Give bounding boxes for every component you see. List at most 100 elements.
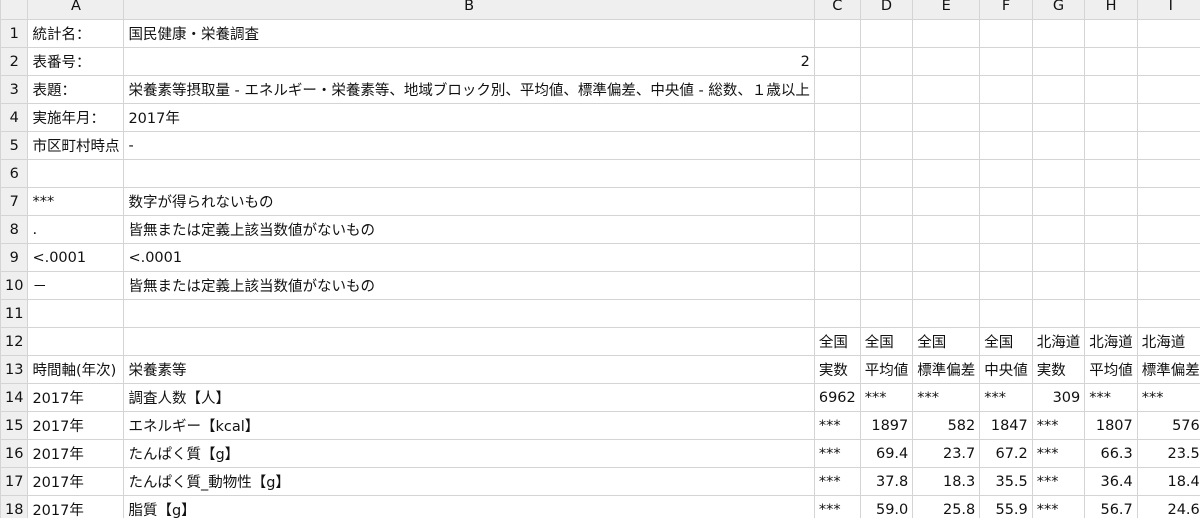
cell-c10[interactable] xyxy=(813,271,861,300)
cell-a11[interactable] xyxy=(27,299,125,328)
cell-c14[interactable]: 6962 xyxy=(813,383,861,412)
row-header[interactable]: 7 xyxy=(0,187,29,216)
cell-a4[interactable]: 実施年月： xyxy=(27,103,125,132)
cell-a13[interactable]: 時間軸(年次) xyxy=(27,355,125,384)
cell-i17[interactable]: 18.4 xyxy=(1136,467,1200,496)
cell-b17[interactable]: たんぱく質_動物性【g】 xyxy=(123,467,815,496)
cell-d15[interactable]: 1897 xyxy=(859,411,914,440)
cell-i5[interactable] xyxy=(1136,131,1200,160)
cell-f5[interactable] xyxy=(979,131,1033,160)
column-header-f[interactable]: F xyxy=(979,0,1033,20)
cell-f16[interactable]: 67.2 xyxy=(979,439,1033,468)
row-header[interactable]: 3 xyxy=(0,75,29,104)
cell-d1[interactable] xyxy=(859,19,914,48)
cell-d7[interactable] xyxy=(859,187,914,216)
cell-g11[interactable] xyxy=(1031,299,1086,328)
cell-g18[interactable]: *** xyxy=(1031,495,1086,518)
cell-a6[interactable] xyxy=(27,159,125,188)
cell-b7[interactable]: 数字が得られないもの xyxy=(123,187,815,216)
column-header-h[interactable]: H xyxy=(1084,0,1138,20)
cell-a7[interactable]: *** xyxy=(27,187,125,216)
cell-h10[interactable] xyxy=(1084,271,1138,300)
cell-g7[interactable] xyxy=(1031,187,1086,216)
cell-a3[interactable]: 表題： xyxy=(27,75,125,104)
cell-h18[interactable]: 56.7 xyxy=(1084,495,1138,518)
cell-a5[interactable]: 市区町村時点 xyxy=(27,131,125,160)
cell-d12[interactable]: 全国 xyxy=(859,327,914,356)
cell-c18[interactable]: *** xyxy=(813,495,861,518)
row-header[interactable]: 4 xyxy=(0,103,29,132)
cell-h8[interactable] xyxy=(1084,215,1138,244)
cell-c12[interactable]: 全国 xyxy=(813,327,861,356)
cell-e3[interactable] xyxy=(912,75,981,104)
cell-g10[interactable] xyxy=(1031,271,1086,300)
cell-f13[interactable]: 中央値 xyxy=(979,355,1033,384)
cell-d8[interactable] xyxy=(859,215,914,244)
cell-i4[interactable] xyxy=(1136,103,1200,132)
row-header[interactable]: 9 xyxy=(0,243,29,272)
column-header-i[interactable]: I xyxy=(1136,0,1200,20)
cell-e5[interactable] xyxy=(912,131,981,160)
cell-g3[interactable] xyxy=(1031,75,1086,104)
cell-a15[interactable]: 2017年 xyxy=(27,411,125,440)
cell-f12[interactable]: 全国 xyxy=(979,327,1033,356)
cell-f4[interactable] xyxy=(979,103,1033,132)
cell-d2[interactable] xyxy=(859,47,914,76)
cell-e16[interactable]: 23.7 xyxy=(912,439,981,468)
cell-e2[interactable] xyxy=(912,47,981,76)
cell-d5[interactable] xyxy=(859,131,914,160)
row-header[interactable]: 15 xyxy=(0,411,29,440)
cell-d3[interactable] xyxy=(859,75,914,104)
cell-h17[interactable]: 36.4 xyxy=(1084,467,1138,496)
cell-e11[interactable] xyxy=(912,299,981,328)
cell-g15[interactable]: *** xyxy=(1031,411,1086,440)
row-header[interactable]: 11 xyxy=(0,299,29,328)
row-header[interactable]: 12 xyxy=(0,327,29,356)
cell-i2[interactable] xyxy=(1136,47,1200,76)
cell-e18[interactable]: 25.8 xyxy=(912,495,981,518)
cell-i15[interactable]: 576 xyxy=(1136,411,1200,440)
row-header[interactable]: 5 xyxy=(0,131,29,160)
cell-b13[interactable]: 栄養素等 xyxy=(123,355,815,384)
row-header[interactable]: 8 xyxy=(0,215,29,244)
cell-g16[interactable]: *** xyxy=(1031,439,1086,468)
cell-c7[interactable] xyxy=(813,187,861,216)
cell-f15[interactable]: 1847 xyxy=(979,411,1033,440)
cell-e8[interactable] xyxy=(912,215,981,244)
cell-a10[interactable]: － xyxy=(27,271,125,300)
row-header[interactable]: 10 xyxy=(0,271,29,300)
cell-a16[interactable]: 2017年 xyxy=(27,439,125,468)
cell-d18[interactable]: 59.0 xyxy=(859,495,914,518)
cell-i1[interactable] xyxy=(1136,19,1200,48)
cell-f1[interactable] xyxy=(979,19,1033,48)
cell-e7[interactable] xyxy=(912,187,981,216)
cell-b2[interactable]: 2 xyxy=(123,47,815,76)
cell-e6[interactable] xyxy=(912,159,981,188)
column-header-d[interactable]: D xyxy=(859,0,914,20)
select-all-corner[interactable] xyxy=(0,0,29,20)
cell-a18[interactable]: 2017年 xyxy=(27,495,125,518)
cell-i3[interactable] xyxy=(1136,75,1200,104)
cell-b16[interactable]: たんぱく質【g】 xyxy=(123,439,815,468)
cell-d17[interactable]: 37.8 xyxy=(859,467,914,496)
cell-f14[interactable]: *** xyxy=(979,383,1033,412)
cell-e9[interactable] xyxy=(912,243,981,272)
cell-f6[interactable] xyxy=(979,159,1033,188)
row-header[interactable]: 18 xyxy=(0,495,29,518)
cell-g1[interactable] xyxy=(1031,19,1086,48)
cell-d4[interactable] xyxy=(859,103,914,132)
cell-d6[interactable] xyxy=(859,159,914,188)
spreadsheet-view[interactable]: ABCDEFGHIJKL 1統計名：国民健康・栄養調査2表番号：23表題：栄養素… xyxy=(0,0,1200,518)
cell-b14[interactable]: 調査人数【人】 xyxy=(123,383,815,412)
cell-h14[interactable]: *** xyxy=(1084,383,1138,412)
cell-h9[interactable] xyxy=(1084,243,1138,272)
cell-e12[interactable]: 全国 xyxy=(912,327,981,356)
cell-f8[interactable] xyxy=(979,215,1033,244)
cell-h11[interactable] xyxy=(1084,299,1138,328)
row-header[interactable]: 14 xyxy=(0,383,29,412)
cell-h4[interactable] xyxy=(1084,103,1138,132)
cell-i10[interactable] xyxy=(1136,271,1200,300)
cell-b10[interactable]: 皆無または定義上該当数値がないもの xyxy=(123,271,815,300)
cell-d10[interactable] xyxy=(859,271,914,300)
cell-g9[interactable] xyxy=(1031,243,1086,272)
